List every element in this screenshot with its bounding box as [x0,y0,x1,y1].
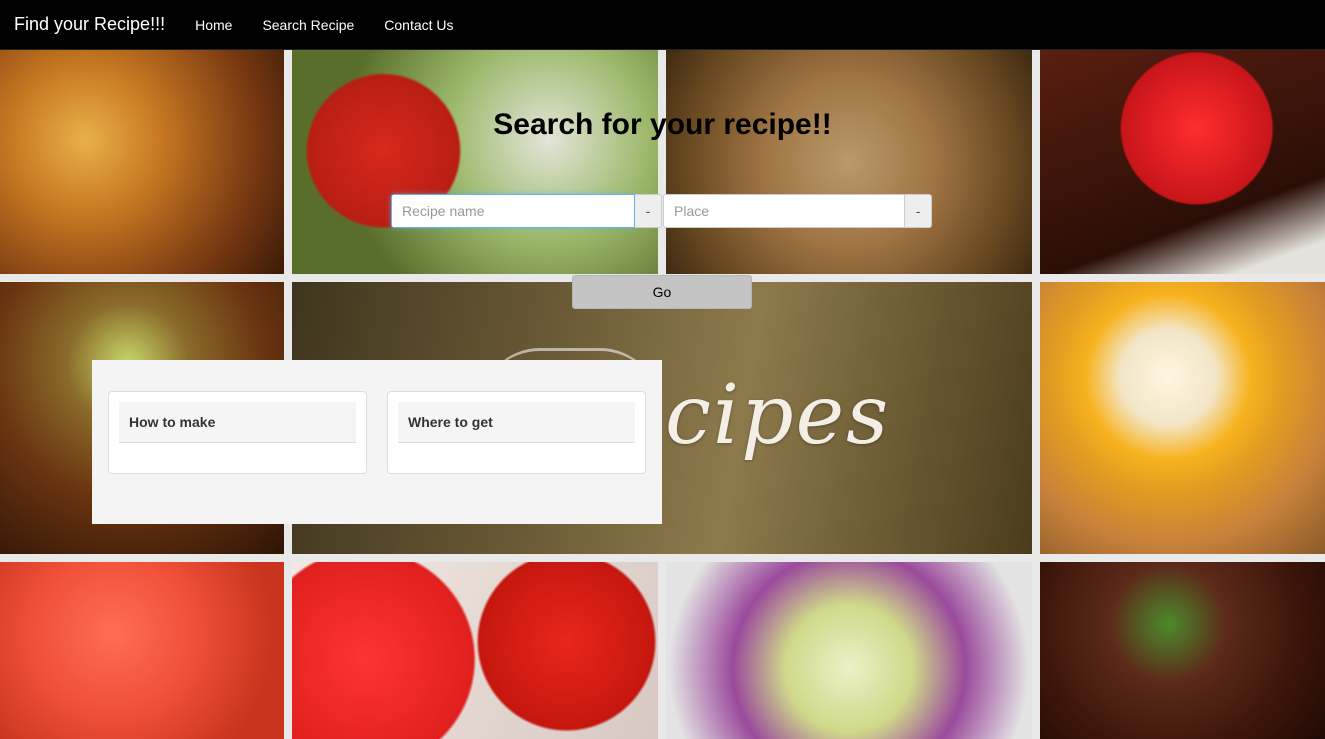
go-button[interactable]: Go [572,275,752,309]
banner-script-text: cipes [665,368,891,463]
nav-search-recipe[interactable]: Search Recipe [247,17,369,33]
nav-home[interactable]: Home [180,17,247,33]
top-navbar: Find your Recipe!!! Home Search Recipe C… [0,0,1325,50]
food-photo-egg-toast [1040,282,1325,554]
food-photo-potatoes [0,50,284,274]
food-photo-strawberries [292,562,658,739]
recipe-name-group: - [391,194,663,228]
where-to-get-panel: Where to get [387,391,646,474]
food-photo-stew [1040,562,1325,739]
food-photo-slaw [666,562,1032,739]
recipe-name-input[interactable] [391,194,635,228]
food-photo-strawberry-dessert [1040,50,1325,274]
recipe-name-addon[interactable]: - [635,194,662,228]
food-photo-salmon [0,562,284,739]
nav-contact-us[interactable]: Contact Us [369,17,468,33]
food-photo-salad [292,50,658,274]
brand-title[interactable]: Find your Recipe!!! [0,14,180,35]
results-container: How to make Where to get [92,360,662,524]
how-to-make-heading: How to make [119,402,356,443]
place-input[interactable] [663,194,906,228]
place-addon[interactable]: - [905,194,932,228]
how-to-make-panel: How to make [108,391,367,474]
page-title: Search for your recipe!! [493,108,832,141]
where-to-get-heading: Where to get [398,402,635,443]
place-group: - [663,194,932,228]
food-photo-noodles [666,50,1032,274]
